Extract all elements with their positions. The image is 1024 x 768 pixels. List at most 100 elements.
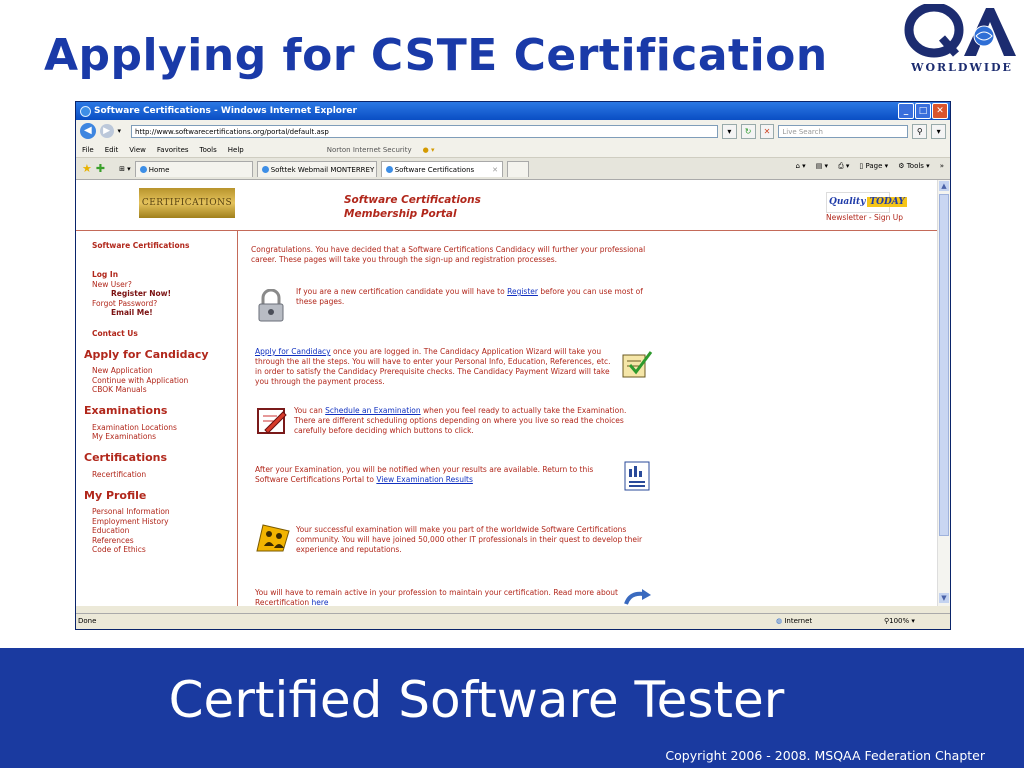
- menu-view[interactable]: View: [129, 146, 146, 154]
- portal-title-line2: Membership Portal: [344, 208, 457, 220]
- sidebar-new-user: New User?: [92, 280, 132, 289]
- intro-text: Congratulations. You have decided that a…: [251, 245, 646, 264]
- view-examination-results-link[interactable]: View Examination Results: [376, 475, 473, 484]
- quick-tabs-icon[interactable]: ⊞ ▾: [119, 165, 131, 173]
- register-link[interactable]: Register: [507, 287, 538, 296]
- tab-home[interactable]: Home: [134, 160, 253, 177]
- back-button[interactable]: ◀: [80, 123, 96, 139]
- stop-button[interactable]: ✕: [759, 123, 775, 139]
- tools-menu-label: Tools: [906, 162, 924, 170]
- page-menu[interactable]: ▯ Page ▾: [859, 162, 888, 171]
- ie-tab-icon: [139, 166, 147, 173]
- schedule-paragraph: You can Schedule an Examination when you…: [294, 406, 650, 436]
- tab-software-certifications[interactable]: Software Certifications ✕: [380, 160, 503, 177]
- sidebar-email-me[interactable]: Email Me!: [111, 308, 153, 317]
- sidebar-references[interactable]: References: [92, 536, 134, 545]
- minimize-button[interactable]: _: [898, 103, 914, 119]
- sidebar-register-now[interactable]: Register Now!: [111, 289, 171, 298]
- tab-label: Home: [148, 165, 170, 174]
- tab-softtek-webmail[interactable]: Softtek Webmail MONTERREY: [256, 160, 377, 177]
- portal-title-line1: Software Certifications: [344, 194, 481, 206]
- qt-logo-b: TODAY: [867, 197, 907, 207]
- schedule-examination-link[interactable]: Schedule an Examination: [325, 406, 420, 415]
- zone-label: Internet: [784, 617, 813, 625]
- print-icon[interactable]: ⎙ ▾: [838, 162, 849, 171]
- register-paragraph: If you are a new certification candidate…: [296, 287, 646, 307]
- menu-tools[interactable]: Tools: [200, 146, 217, 154]
- zoom-level: 100%: [889, 617, 910, 625]
- vertical-scrollbar[interactable]: ▲ ▼: [937, 180, 950, 606]
- favorites-star-icon[interactable]: ★: [82, 162, 92, 175]
- menu-file[interactable]: File: [82, 146, 94, 154]
- sidebar-code-of-ethics[interactable]: Code of Ethics: [92, 545, 146, 554]
- sidebar-continue-application[interactable]: Continue with Application: [92, 376, 188, 385]
- address-bar: ◀ ▶ ▾ http://www.softwarecertifications.…: [76, 120, 950, 142]
- window-title: Software Certifications - Windows Intern…: [94, 106, 357, 116]
- more-chevron-icon[interactable]: »: [940, 162, 944, 171]
- page-menu-label: Page: [865, 162, 883, 170]
- home-icon[interactable]: ⌂ ▾: [796, 162, 806, 171]
- schedule-text-pre: You can: [294, 406, 326, 415]
- new-tab-button[interactable]: [506, 160, 529, 177]
- certifications-logo[interactable]: CERTIFICATIONS: [139, 188, 235, 218]
- page-viewport: CERTIFICATIONS Software Certifications M…: [76, 180, 950, 606]
- tab-close-icon[interactable]: ✕: [492, 166, 498, 174]
- recent-pages-dropdown-icon[interactable]: ▾: [118, 127, 122, 135]
- address-input[interactable]: http://www.softwarecertifications.org/po…: [131, 124, 718, 138]
- sidebar-recertification[interactable]: Recertification: [92, 470, 146, 479]
- newsletter-signup-link[interactable]: Newsletter - Sign Up: [826, 213, 903, 222]
- menu-bar: File Edit View Favorites Tools Help Nort…: [76, 142, 950, 158]
- sidebar-examination-locations[interactable]: Examination Locations: [92, 423, 177, 432]
- sidebar-log-in[interactable]: Log In: [92, 270, 118, 279]
- norton-toolbar-label[interactable]: Norton Internet Security: [327, 146, 412, 154]
- menu-favorites[interactable]: Favorites: [157, 146, 189, 154]
- zoom-control[interactable]: ⚲100% ▾: [884, 614, 915, 629]
- sidebar-contact-us[interactable]: Contact Us: [92, 329, 138, 338]
- search-options-button[interactable]: ▾: [931, 123, 946, 139]
- command-bar: ⌂ ▾ ▤ ▾ ⎙ ▾ ▯ Page ▾ ⚙ Tools ▾ »: [796, 162, 944, 171]
- footer-title: Certified Software Tester: [168, 671, 785, 729]
- scroll-down-icon[interactable]: ▼: [939, 593, 949, 603]
- live-search-input[interactable]: Live Search: [778, 124, 909, 138]
- feeds-icon[interactable]: ▤ ▾: [816, 162, 828, 171]
- menu-help[interactable]: Help: [228, 146, 244, 154]
- quality-today-logo[interactable]: Quality TODAY: [826, 192, 907, 213]
- scroll-thumb[interactable]: [939, 194, 949, 536]
- maximize-button[interactable]: □: [915, 103, 931, 119]
- tab-bar: ★ ✚ ⊞ ▾ Home Softtek Webmail MONTERREY S…: [76, 158, 950, 180]
- search-icon[interactable]: ⚲: [912, 123, 928, 139]
- ie-tab-icon: [385, 166, 393, 173]
- status-bar: Done ◍ Internet ⚲100% ▾: [76, 613, 950, 629]
- sidebar-education[interactable]: Education: [92, 526, 129, 535]
- add-favorites-icon[interactable]: ✚: [96, 162, 105, 175]
- forward-button[interactable]: ▶: [99, 124, 114, 138]
- qa-worldwide-logo: WORLDWIDE: [904, 2, 1020, 74]
- tools-menu[interactable]: ⚙ Tools ▾: [898, 162, 930, 171]
- recertification-here-link[interactable]: here: [312, 598, 329, 606]
- apply-for-candidacy-link[interactable]: Apply for Candidacy: [255, 347, 331, 356]
- ie-tab-icon: [261, 166, 269, 173]
- pencil-notepad-icon: [257, 408, 287, 434]
- report-chart-icon: [624, 461, 650, 491]
- sidebar-software-certifications[interactable]: Software Certifications: [92, 241, 189, 250]
- window-titlebar[interactable]: Software Certifications - Windows Intern…: [76, 102, 950, 120]
- scroll-up-icon[interactable]: ▲: [939, 181, 949, 191]
- slide-title: Applying for CSTE Certification: [44, 30, 828, 81]
- portal-title: Software Certifications Membership Porta…: [344, 193, 481, 221]
- menu-edit[interactable]: Edit: [105, 146, 119, 154]
- norton-icon[interactable]: ● ▾: [423, 146, 435, 154]
- refresh-button[interactable]: ↻: [740, 123, 756, 139]
- slide-footer: Certified Software Tester Copyright 2006…: [0, 648, 1024, 768]
- close-button[interactable]: ✕: [932, 103, 948, 119]
- sidebar-personal-information[interactable]: Personal Information: [92, 507, 170, 516]
- tab-label: Softtek Webmail MONTERREY: [270, 165, 375, 174]
- sidebar-employment-history[interactable]: Employment History: [92, 517, 169, 526]
- address-dropdown-button[interactable]: ▾: [721, 123, 737, 139]
- apply-paragraph: Apply for Candidacy once you are logged …: [255, 347, 613, 387]
- sidebar-heading-certifications: Certifications: [84, 451, 168, 464]
- padlock-icon: [258, 289, 284, 322]
- sidebar-my-examinations[interactable]: My Examinations: [92, 432, 156, 441]
- sidebar-new-application[interactable]: New Application: [92, 366, 153, 375]
- sidebar-cbok-manuals[interactable]: CBOK Manuals: [92, 385, 147, 394]
- register-text-pre: If you are a new certification candidate…: [296, 287, 508, 296]
